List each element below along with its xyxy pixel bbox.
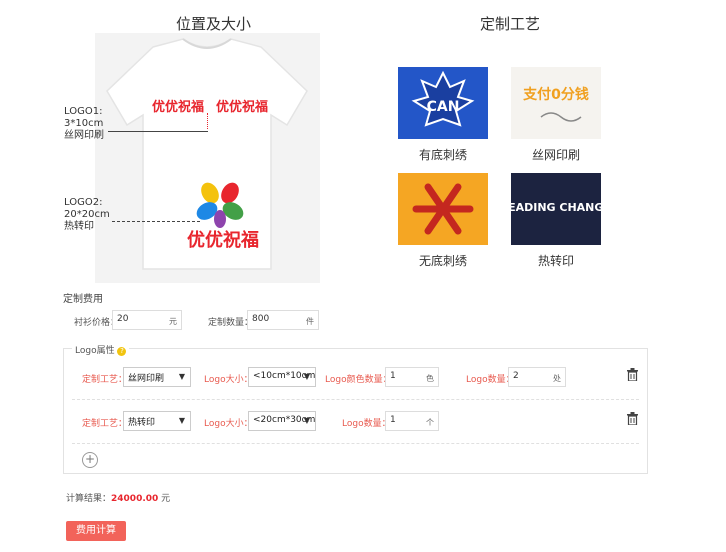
svg-text:LEADING CHANGE: LEADING CHANGE	[511, 201, 601, 214]
quantity-input[interactable]: 800 件	[247, 310, 319, 330]
unit-price-input[interactable]: 20 元	[112, 310, 182, 330]
logo1-left-text: 优优祝福	[152, 100, 205, 115]
logo1-right-text: 优优祝福	[216, 100, 269, 115]
row1-size-label: Logo大小：	[204, 375, 253, 385]
row1-count-input[interactable]: 2处	[508, 367, 566, 387]
row2-size-label: Logo大小：	[204, 419, 253, 429]
row2-craft-label: 定制工艺：	[82, 419, 128, 429]
logo1-label: LOGO1: 3*10cm 丝网印刷	[64, 106, 104, 141]
result-line: 计算结果：24000.00 元	[66, 491, 170, 504]
craft-image-embroidery-nobase	[398, 173, 488, 245]
craft-image-embroidery-base: CAN	[398, 67, 488, 139]
row2-craft-select[interactable]: 热转印 ▼	[123, 411, 191, 431]
chevron-down-icon: ▼	[303, 416, 310, 425]
help-icon[interactable]: ?	[117, 347, 127, 356]
craft-label-embroidery-base: 有底刺绣	[418, 148, 467, 162]
row1-craft-select[interactable]: 丝网印刷 ▼	[123, 367, 191, 387]
result-label: 计算结果：	[66, 494, 112, 504]
craft-label-heat-transfer: 热转印	[537, 254, 574, 268]
logo1-leader-line	[108, 131, 208, 132]
craft-label-embroidery-nobase: 无底刺绣	[418, 254, 467, 268]
row2-count-label: Logo数量：	[342, 419, 391, 429]
position-size-title: 位置及大小	[176, 15, 252, 33]
row1-size-select[interactable]: <10cm*10cm ▼	[248, 367, 316, 387]
row2-size-select[interactable]: <20cm*30cm ▼	[248, 411, 316, 431]
tshirt-preview: 优优祝福 优优祝福 优优祝福	[95, 33, 320, 283]
svg-text:CAN: CAN	[427, 99, 460, 115]
row2-delete-icon[interactable]	[627, 410, 638, 429]
custom-craft-title: 定制工艺	[480, 15, 541, 33]
fee-title: 定制费用	[63, 294, 103, 305]
chevron-down-icon: ▼	[303, 372, 310, 381]
svg-text:支付0分钱: 支付0分钱	[522, 86, 589, 103]
row1-color-label: Logo颜色数量：	[325, 375, 392, 385]
row1-color-input[interactable]: 1色	[385, 367, 439, 387]
chevron-down-icon: ▼	[178, 372, 185, 381]
logo-attr-legend: Logo属性 ?	[72, 343, 130, 356]
row-divider	[72, 443, 639, 444]
row2-count-input[interactable]: 1个	[385, 411, 439, 431]
add-logo-icon[interactable]: +	[82, 452, 98, 468]
logo2-text: 优优祝福	[187, 230, 259, 251]
result-value: 24000.00	[111, 494, 159, 504]
result-unit: 元	[161, 494, 171, 504]
row1-craft-label: 定制工艺：	[82, 375, 128, 385]
logo1-marker	[207, 113, 208, 129]
chevron-down-icon: ▼	[178, 416, 185, 425]
row-divider	[72, 399, 639, 400]
logo2-label: LOGO2: 20*20cm 热转印	[64, 197, 110, 232]
craft-image-heat-transfer: LEADING CHANGE	[501, 173, 611, 245]
craft-label-screen-print: 丝网印刷	[531, 148, 580, 162]
craft-image-screen-print: 支付0分钱	[511, 67, 601, 139]
logo2-leader-line	[112, 221, 200, 222]
row1-delete-icon[interactable]	[627, 366, 638, 385]
calculate-fee-button[interactable]: 费用计算	[66, 521, 126, 541]
